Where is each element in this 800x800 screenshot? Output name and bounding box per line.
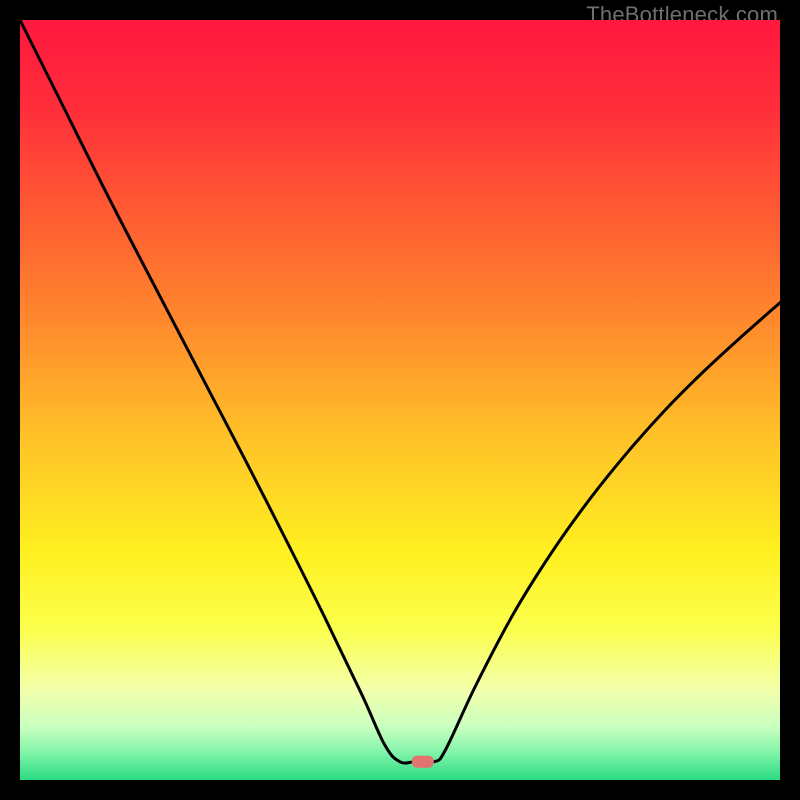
gradient-background xyxy=(20,20,780,780)
plot-area xyxy=(20,20,780,780)
chart-stage: TheBottleneck.com xyxy=(0,0,800,800)
bottleneck-chart-svg xyxy=(20,20,780,780)
optimal-marker xyxy=(412,756,434,768)
